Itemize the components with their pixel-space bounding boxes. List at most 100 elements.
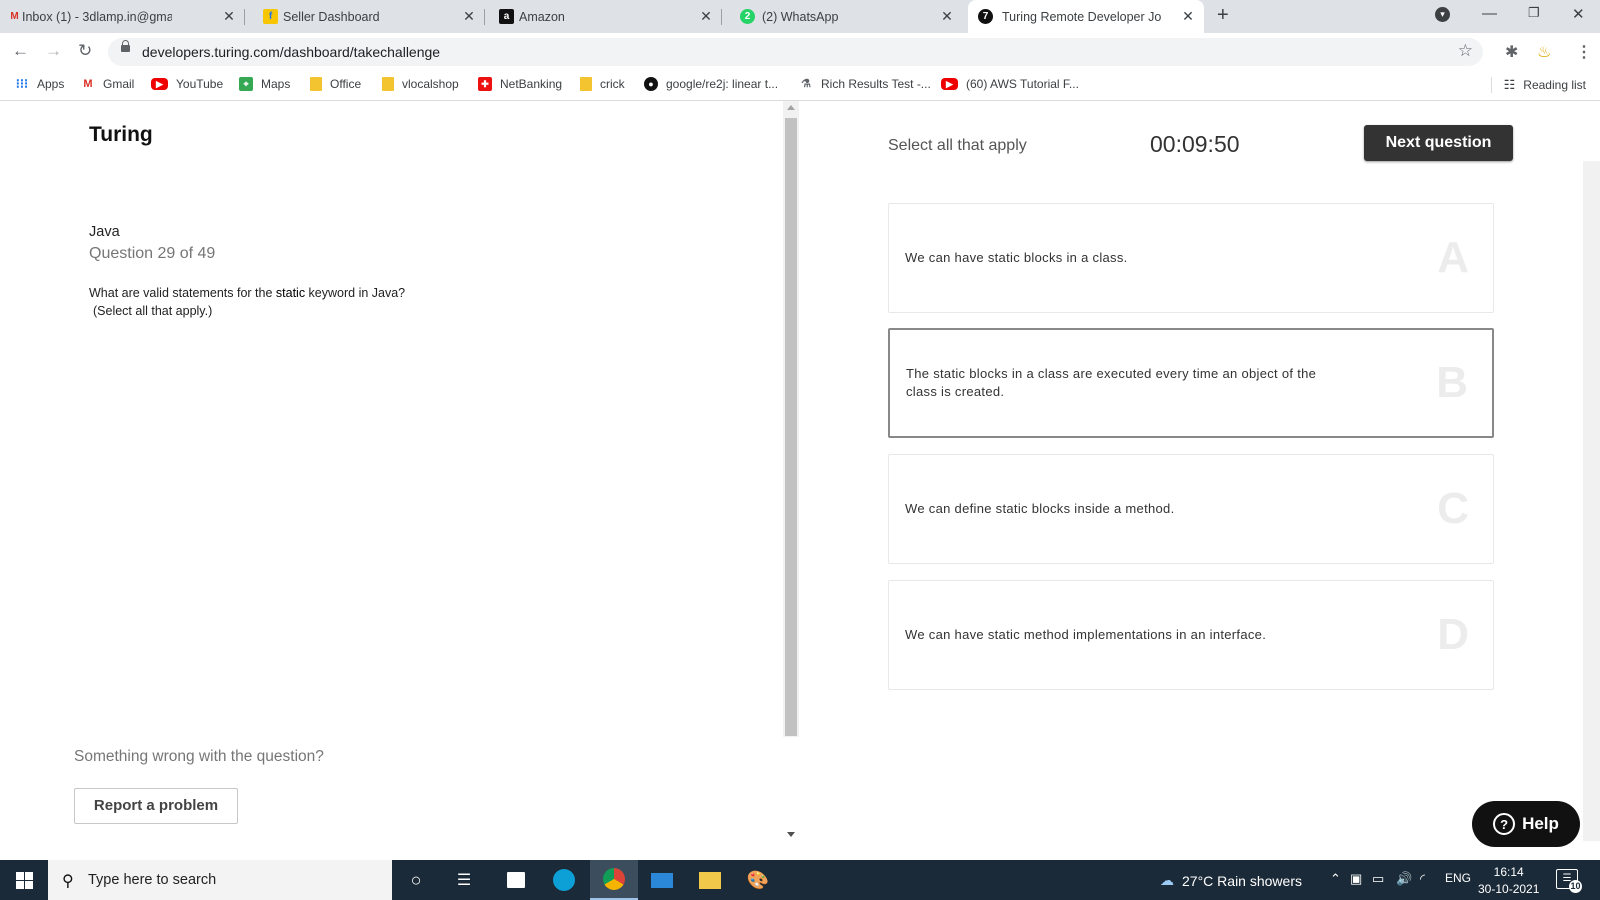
tray-overflow-icon[interactable]: ⌃ bbox=[1330, 871, 1341, 887]
minimize-icon[interactable]: — bbox=[1482, 5, 1497, 22]
flipkart-icon: f bbox=[263, 9, 278, 24]
page-scrollbar[interactable] bbox=[1583, 161, 1600, 841]
bookmark-rich-results[interactable]: ⚗ Rich Results Test -... bbox=[799, 77, 931, 91]
question-counter: Question 29 of 49 bbox=[89, 245, 216, 262]
bookmark-re2j[interactable]: ● google/re2j: linear t... bbox=[644, 77, 778, 91]
search-icon: ⚲ bbox=[62, 873, 74, 890]
close-icon[interactable]: ✕ bbox=[698, 8, 714, 25]
chrome-icon[interactable] bbox=[590, 860, 638, 900]
answer-option-a[interactable]: We can have static blocks in a class. A bbox=[888, 203, 1494, 313]
bookmark-apps[interactable]: ⁝⁝⁝ Apps bbox=[15, 76, 65, 92]
bookmark-netbanking[interactable]: ✚ NetBanking bbox=[478, 77, 562, 91]
profile-icon[interactable]: ♨ bbox=[1537, 42, 1551, 62]
bookmarks-bar: ⁝⁝⁝ Apps M Gmail ▶ YouTube ⌖ Maps Office… bbox=[0, 71, 1600, 101]
taskbar-clock[interactable]: 16:14 30-10-2021 bbox=[1478, 864, 1539, 898]
taskbar-search-box[interactable]: ⚲ Type here to search bbox=[48, 860, 392, 900]
battery-icon[interactable]: ▭ bbox=[1372, 871, 1384, 887]
answer-option-c[interactable]: We can define static blocks inside a met… bbox=[888, 454, 1494, 564]
question-keyword: static bbox=[275, 286, 306, 300]
scroll-down-icon[interactable] bbox=[787, 832, 795, 837]
extensions-icon[interactable]: ✱ bbox=[1505, 42, 1518, 62]
answer-option-d[interactable]: We can have static method implementation… bbox=[888, 580, 1494, 690]
volume-icon[interactable]: 🔊 bbox=[1396, 871, 1412, 887]
close-icon[interactable]: ✕ bbox=[939, 8, 955, 25]
cortana-icon[interactable]: ○ bbox=[392, 860, 440, 900]
option-letter: A bbox=[1437, 233, 1469, 282]
tab-whatsapp[interactable]: 2 (2) WhatsApp ✕ bbox=[730, 0, 963, 33]
bookmark-vlocalshop[interactable]: vlocalshop bbox=[382, 77, 459, 91]
back-icon[interactable]: ← bbox=[12, 41, 29, 61]
option-letter: C bbox=[1437, 484, 1469, 533]
netbanking-icon: ✚ bbox=[478, 77, 492, 91]
scroll-up-icon[interactable] bbox=[787, 105, 795, 110]
restore-icon[interactable]: ❐ bbox=[1528, 5, 1540, 21]
address-bar[interactable]: developers.turing.com/dashboard/takechal… bbox=[108, 38, 1483, 66]
question-mark-icon: ? bbox=[1493, 813, 1516, 835]
turing-icon: 7 bbox=[978, 9, 993, 24]
apps-grid-icon: ⁝⁝⁝ bbox=[15, 76, 29, 91]
close-icon[interactable]: ✕ bbox=[461, 8, 477, 25]
answer-instruction: Select all that apply bbox=[888, 137, 1027, 154]
question-scrollbar[interactable] bbox=[783, 101, 799, 737]
bookmark-gmail[interactable]: M Gmail bbox=[81, 77, 134, 91]
browser-tab-strip: M Inbox (1) - 3dlamp.in@gmail.com ✕ f Se… bbox=[0, 0, 1600, 33]
mail-icon[interactable] bbox=[638, 860, 686, 900]
tab-seller-dashboard[interactable]: f Seller Dashboard ✕ bbox=[255, 0, 485, 33]
lock-icon bbox=[121, 40, 130, 52]
bookmark-crick[interactable]: crick bbox=[580, 77, 625, 91]
windows-start-icon[interactable] bbox=[16, 872, 33, 889]
edge-icon[interactable] bbox=[540, 860, 588, 900]
scrollbar-thumb[interactable] bbox=[785, 118, 797, 736]
countdown-timer: 00:09:50 bbox=[1150, 131, 1240, 157]
windows-taskbar: ⚲ Type here to search ○ ☰ 🎨 ☁ 27°C Rain … bbox=[0, 860, 1600, 900]
rain-cloud-icon: ☁ bbox=[1160, 872, 1174, 888]
github-icon: ● bbox=[644, 77, 658, 91]
folder-icon bbox=[382, 77, 394, 91]
amazon-icon: a bbox=[499, 9, 514, 24]
bookmark-aws-tutorial[interactable]: ▶ (60) AWS Tutorial F... bbox=[941, 77, 1079, 91]
bookmark-youtube[interactable]: ▶ YouTube bbox=[151, 77, 223, 91]
question-text: What are valid statements for the static… bbox=[89, 284, 449, 320]
answer-option-b[interactable]: The static blocks in a class are execute… bbox=[888, 328, 1494, 438]
menu-icon[interactable]: ⋮ bbox=[1576, 42, 1592, 62]
tab-amazon[interactable]: a Amazon ✕ bbox=[492, 0, 722, 33]
forward-icon[interactable]: → bbox=[45, 41, 62, 61]
new-tab-icon[interactable]: + bbox=[1217, 4, 1229, 27]
browser-toolbar: ← → ↻ developers.turing.com/dashboard/ta… bbox=[0, 33, 1600, 71]
reading-list[interactable]: ☷ Reading list bbox=[1490, 77, 1586, 93]
challenge-page: Turing Java Question 29 of 49 What are v… bbox=[0, 101, 1600, 860]
wifi-icon[interactable]: ◜ bbox=[1420, 871, 1425, 887]
language-indicator[interactable]: ENG bbox=[1445, 871, 1471, 885]
reading-list-icon: ☷ bbox=[1503, 77, 1516, 92]
bookmark-maps[interactable]: ⌖ Maps bbox=[239, 77, 290, 91]
gmail-icon: M bbox=[10, 11, 19, 22]
question-subject: Java bbox=[89, 224, 120, 240]
tab-gmail[interactable]: M Inbox (1) - 3dlamp.in@gmail.com ✕ bbox=[0, 0, 245, 33]
question-note: (Select all that apply.) bbox=[93, 304, 213, 318]
task-view-icon[interactable]: ☰ bbox=[440, 860, 488, 900]
youtube-icon: ▶ bbox=[151, 78, 168, 90]
meet-now-icon[interactable]: ▣ bbox=[1350, 871, 1362, 887]
whatsapp-icon: 2 bbox=[740, 9, 755, 24]
next-question-button[interactable]: Next question bbox=[1364, 125, 1513, 161]
bookmark-star-icon[interactable]: ☆ bbox=[1458, 41, 1473, 61]
close-icon[interactable]: ✕ bbox=[221, 8, 237, 25]
tab-turing[interactable]: 7 Turing Remote Developer Jobs | ✕ bbox=[968, 0, 1204, 33]
report-problem-button[interactable]: Report a problem bbox=[74, 788, 238, 824]
notification-center-icon[interactable]: ☰ 10 bbox=[1556, 869, 1582, 893]
window-close-icon[interactable]: ✕ bbox=[1572, 5, 1585, 23]
option-letter: D bbox=[1437, 610, 1469, 659]
store-icon[interactable] bbox=[492, 860, 540, 900]
youtube-icon: ▶ bbox=[941, 78, 958, 90]
tab-search-icon[interactable]: ▾ bbox=[1435, 7, 1450, 22]
bookmark-office[interactable]: Office bbox=[310, 77, 361, 91]
weather-widget[interactable]: ☁ 27°C Rain showers bbox=[1160, 872, 1302, 889]
folder-icon bbox=[310, 77, 322, 91]
help-button[interactable]: ? Help bbox=[1472, 801, 1580, 847]
report-prompt: Something wrong with the question? bbox=[74, 748, 324, 765]
reload-icon[interactable]: ↻ bbox=[78, 41, 92, 61]
close-icon[interactable]: ✕ bbox=[1180, 8, 1196, 25]
rich-results-icon: ⚗ bbox=[801, 78, 811, 90]
paint-icon[interactable]: 🎨 bbox=[734, 860, 782, 900]
file-explorer-icon[interactable] bbox=[686, 860, 734, 900]
